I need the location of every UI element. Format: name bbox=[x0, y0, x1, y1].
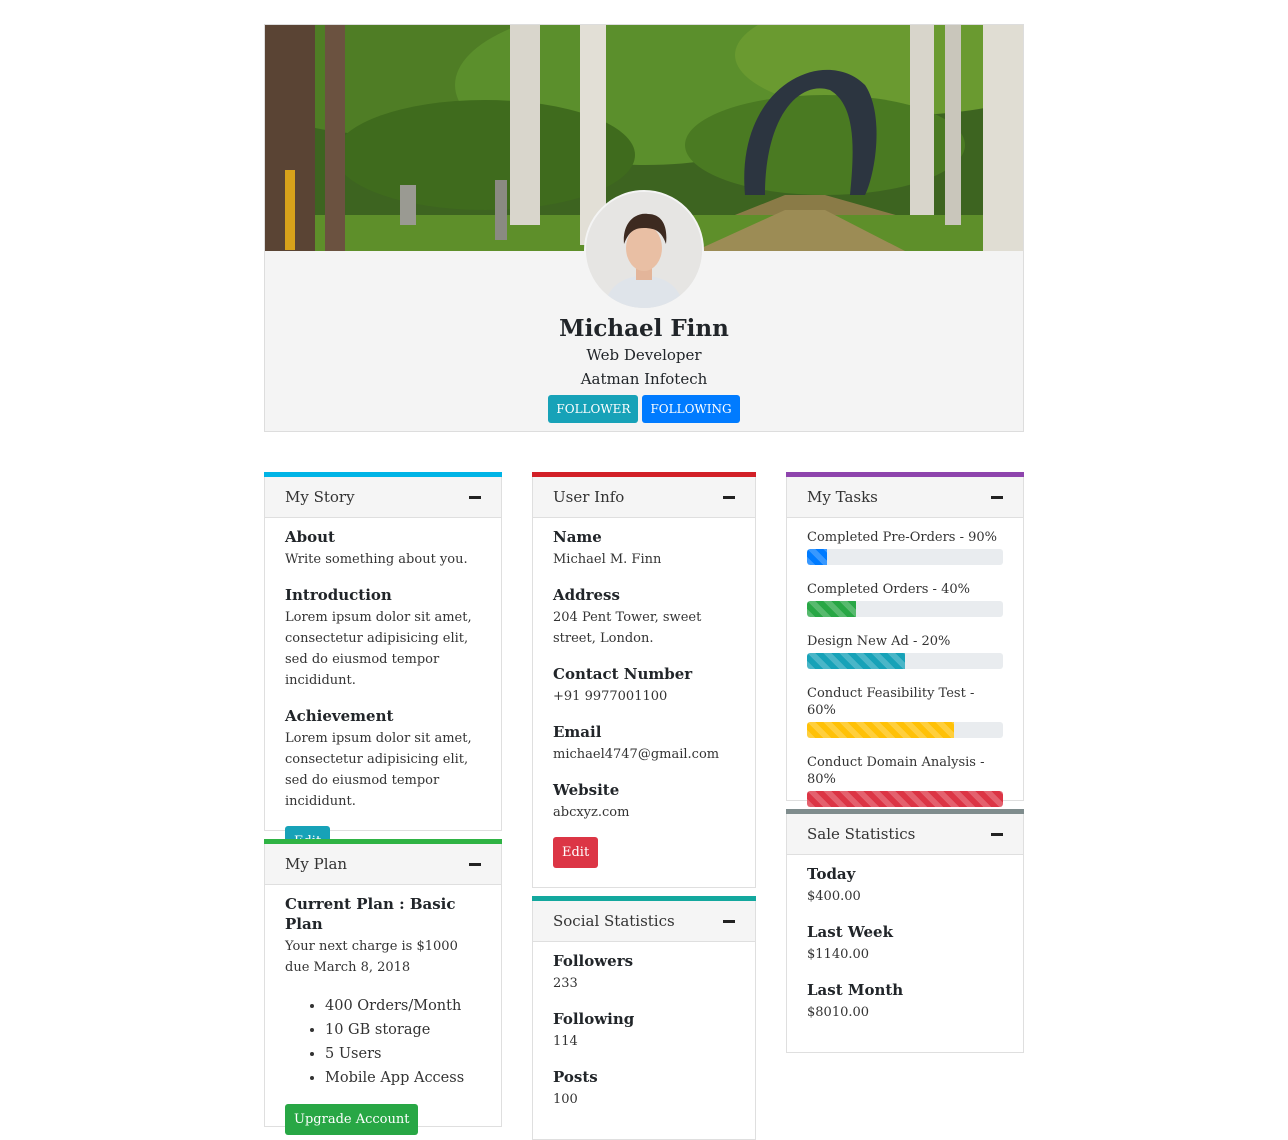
card-header: User Info bbox=[533, 477, 755, 518]
contact-number-value: +91 9977001100 bbox=[553, 689, 668, 704]
card-header: Sale Statistics bbox=[787, 814, 1023, 855]
following-label: Following bbox=[553, 1010, 635, 1028]
progress-fill bbox=[807, 722, 954, 738]
card-title: My Tasks bbox=[807, 488, 878, 506]
card-title: My Story bbox=[285, 488, 355, 506]
card-body: Completed Pre-Orders - 90% Completed Ord… bbox=[807, 529, 1003, 823]
progress-fill bbox=[807, 549, 827, 565]
email-label: Email bbox=[553, 723, 602, 741]
about-label: About bbox=[285, 528, 335, 546]
card-title: User Info bbox=[553, 488, 625, 506]
progress-track bbox=[807, 601, 1003, 617]
profile-header: Michael Finn Web Developer Aatman Infote… bbox=[264, 24, 1024, 432]
card-title: Social Statistics bbox=[553, 912, 675, 930]
contact-number-label: Contact Number bbox=[553, 665, 693, 683]
task-label: Completed Orders - 40% bbox=[807, 582, 970, 597]
card-header: My Story bbox=[265, 477, 501, 518]
user-info-card: User Info Name Michael M. Finn Address 2… bbox=[532, 472, 756, 888]
email-value: michael4747@gmail.com bbox=[553, 747, 720, 762]
task-item: Completed Orders - 40% bbox=[807, 581, 1003, 617]
list-item: Mobile App Access bbox=[325, 1066, 481, 1090]
minus-icon[interactable] bbox=[991, 833, 1003, 836]
card-body: Today $400.00 Last Week $1140.00 Last Mo… bbox=[807, 864, 1003, 1038]
progress-track bbox=[807, 653, 1003, 669]
website-value: abcxyz.com bbox=[553, 805, 630, 820]
upgrade-account-button[interactable]: Upgrade Account bbox=[285, 1104, 419, 1135]
user-photo-icon bbox=[586, 192, 702, 308]
followers-value: 233 bbox=[553, 976, 578, 991]
card-header: My Plan bbox=[265, 844, 501, 885]
task-item: Completed Pre-Orders - 90% bbox=[807, 529, 1003, 565]
task-item: Conduct Feasibility Test - 60% bbox=[807, 685, 1003, 738]
list-item: 5 Users bbox=[325, 1042, 481, 1066]
task-item: Conduct Domain Analysis - 80% bbox=[807, 754, 1003, 807]
name-value: Michael M. Finn bbox=[553, 552, 662, 567]
next-charge-text: Your next charge is $1000 due March 8, 2… bbox=[285, 939, 458, 975]
task-label: Conduct Feasibility Test - 60% bbox=[807, 686, 975, 718]
progress-track bbox=[807, 722, 1003, 738]
posts-label: Posts bbox=[553, 1068, 598, 1086]
card-title: My Plan bbox=[285, 855, 348, 873]
follower-button[interactable]: FOLLOWER bbox=[548, 395, 639, 423]
website-label: Website bbox=[553, 781, 620, 799]
card-header: Social Statistics bbox=[533, 901, 755, 942]
minus-icon[interactable] bbox=[469, 496, 481, 499]
social-statistics-card: Social Statistics Followers 233 Followin… bbox=[532, 896, 756, 1140]
address-value: 204 Pent Tower, sweet street, London. bbox=[553, 610, 702, 646]
profile-name: Michael Finn bbox=[559, 315, 729, 342]
minus-icon[interactable] bbox=[991, 496, 1003, 499]
progress-track bbox=[807, 549, 1003, 565]
card-body: Followers 233 Following 114 Posts 100 bbox=[553, 951, 735, 1125]
following-value: 114 bbox=[553, 1034, 578, 1049]
avatar bbox=[584, 190, 704, 310]
name-label: Name bbox=[553, 528, 602, 546]
minus-icon[interactable] bbox=[723, 496, 735, 499]
achievement-label: Achievement bbox=[285, 707, 394, 725]
last-week-value: $1140.00 bbox=[807, 947, 870, 962]
introduction-label: Introduction bbox=[285, 586, 392, 604]
minus-icon[interactable] bbox=[723, 920, 735, 923]
card-title: Sale Statistics bbox=[807, 825, 916, 843]
task-item: Design New Ad - 20% bbox=[807, 633, 1003, 669]
minus-icon[interactable] bbox=[469, 863, 481, 866]
task-label: Design New Ad - 20% bbox=[807, 634, 951, 649]
task-label: Conduct Domain Analysis - 80% bbox=[807, 755, 985, 787]
posts-value: 100 bbox=[553, 1092, 578, 1107]
card-body: Name Michael M. Finn Address 204 Pent To… bbox=[553, 527, 735, 868]
profile-company: Aatman Infotech bbox=[580, 370, 708, 388]
progress-fill bbox=[807, 601, 856, 617]
last-month-value: $8010.00 bbox=[807, 1005, 870, 1020]
plan-features-list: 400 Orders/Month 10 GB storage 5 Users M… bbox=[325, 994, 481, 1090]
achievement-text: Lorem ipsum dolor sit amet, consectetur … bbox=[285, 731, 472, 809]
my-plan-card: My Plan Current Plan : Basic Plan Your n… bbox=[264, 839, 502, 1135]
card-header: My Tasks bbox=[787, 477, 1023, 518]
sale-statistics-card: Sale Statistics Today $400.00 Last Week … bbox=[786, 809, 1024, 1053]
address-label: Address bbox=[553, 586, 620, 604]
profile-buttons: FOLLOWER FOLLOWING bbox=[265, 395, 1023, 423]
my-tasks-card: My Tasks Completed Pre-Orders - 90% Comp… bbox=[786, 472, 1024, 807]
progress-fill bbox=[807, 791, 1003, 807]
today-value: $400.00 bbox=[807, 889, 861, 904]
current-plan-label: Current Plan : Basic Plan bbox=[285, 895, 456, 933]
progress-track bbox=[807, 791, 1003, 807]
list-item: 400 Orders/Month bbox=[325, 994, 481, 1018]
followers-label: Followers bbox=[553, 952, 634, 970]
card-body: About Write something about you. Introdu… bbox=[285, 527, 481, 857]
list-item: 10 GB storage bbox=[325, 1018, 481, 1042]
last-week-label: Last Week bbox=[807, 923, 893, 941]
task-label: Completed Pre-Orders - 90% bbox=[807, 530, 998, 545]
card-body: Current Plan : Basic Plan Your next char… bbox=[285, 894, 481, 1135]
last-month-label: Last Month bbox=[807, 981, 904, 999]
profile-role: Web Developer bbox=[586, 346, 702, 364]
introduction-text: Lorem ipsum dolor sit amet, consectetur … bbox=[285, 610, 472, 688]
progress-fill bbox=[807, 653, 905, 669]
user-info-edit-button[interactable]: Edit bbox=[553, 837, 599, 868]
about-text: Write something about you. bbox=[285, 552, 468, 567]
today-label: Today bbox=[807, 865, 856, 883]
my-story-card: My Story About Write something about you… bbox=[264, 472, 502, 857]
following-button[interactable]: FOLLOWING bbox=[642, 395, 740, 423]
